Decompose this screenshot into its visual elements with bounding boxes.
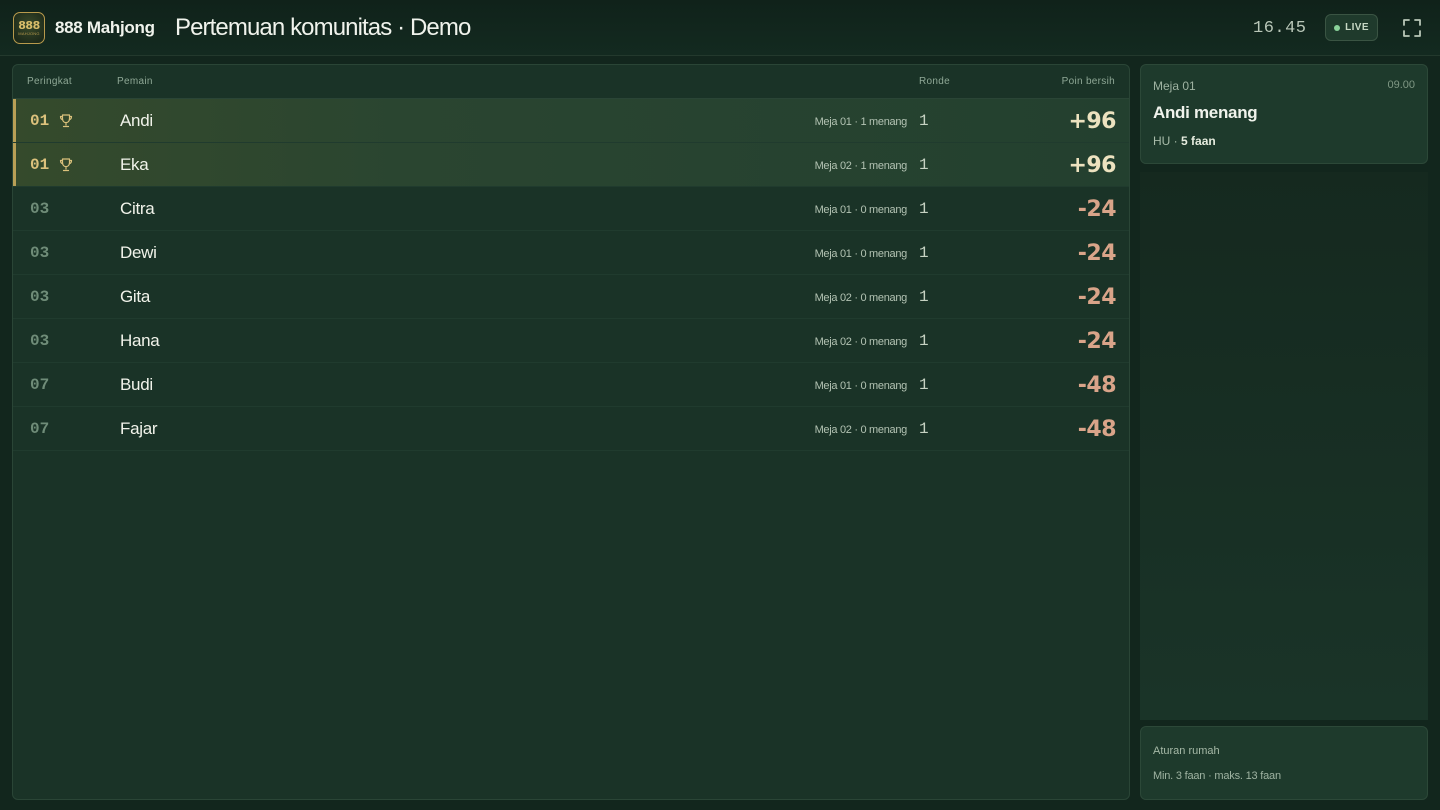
net-points: -48 — [1077, 373, 1117, 398]
rank-value: 03 — [30, 288, 50, 306]
rank-value: 07 — [30, 420, 50, 438]
player-name: Andi — [120, 111, 153, 130]
net-points: +96 — [1068, 109, 1116, 134]
event-title: Andi menang — [1153, 103, 1258, 122]
player-meta: Meja 02 · 0 menang — [814, 292, 908, 304]
event-detail-prefix: HU · — [1153, 134, 1178, 148]
rounds-value: 1 — [919, 332, 929, 350]
latest-event-card: Meja 01 09.00 Andi menang HU · 5 faan — [1140, 64, 1428, 164]
table-row: 03 Dewi Meja 01 · 0 menang 1 -24 — [13, 231, 1129, 275]
rounds-value: 1 — [919, 112, 929, 130]
net-points: -24 — [1077, 285, 1117, 310]
rounds-value: 1 — [919, 156, 929, 174]
leaderboard-header: Peringkat Pemain Ronde Poin bersih — [13, 65, 1129, 99]
top-bar: 888 MAHJONG 888 Mahjong Pertemuan komuni… — [0, 0, 1440, 56]
side-panel-spacer — [1140, 172, 1428, 720]
live-label: LIVE — [1345, 22, 1369, 33]
net-points: -48 — [1077, 417, 1117, 442]
net-points: -24 — [1077, 241, 1117, 266]
rounds-value: 1 — [919, 420, 929, 438]
table-row: 01 Andi Meja 01 · 1 menang 1 +96 — [13, 99, 1129, 143]
rounds-value: 1 — [919, 244, 929, 262]
column-player: Pemain — [117, 76, 153, 87]
rank-value: 01 — [30, 112, 50, 130]
leaderboard: Peringkat Pemain Ronde Poin bersih 01 And… — [12, 64, 1130, 800]
net-points: +96 — [1068, 153, 1116, 178]
event-table: Meja 01 — [1153, 79, 1196, 93]
house-rules-text: Min. 3 faan · maks. 13 faan — [1153, 770, 1281, 782]
clock: 16.45 — [1253, 19, 1307, 38]
event-detail: HU · 5 faan — [1153, 134, 1216, 148]
player-meta: Meja 01 · 0 menang — [814, 380, 908, 392]
page-title: Pertemuan komunitas · Demo — [175, 14, 471, 41]
rank-value: 07 — [30, 376, 50, 394]
rank-value: 03 — [30, 332, 50, 350]
live-badge: LIVE — [1325, 14, 1378, 41]
rank-value: 03 — [30, 244, 50, 262]
player-name: Budi — [120, 375, 153, 394]
app-logo: 888 MAHJONG — [13, 12, 45, 44]
player-name: Fajar — [120, 419, 158, 438]
rank-value: 03 — [30, 200, 50, 218]
player-name: Citra — [120, 199, 155, 218]
column-rank: Peringkat — [27, 76, 72, 87]
live-dot-icon — [1334, 24, 1341, 31]
rank-value: 01 — [30, 156, 50, 174]
table-row: 03 Gita Meja 02 · 0 menang 1 -24 — [13, 275, 1129, 319]
column-points: Poin bersih — [1061, 76, 1115, 87]
table-row: 07 Budi Meja 01 · 0 menang 1 -48 — [13, 363, 1129, 407]
player-name: Eka — [120, 155, 149, 174]
event-detail-value: 5 faan — [1181, 134, 1216, 148]
player-meta: Meja 02 · 0 menang — [814, 424, 908, 436]
table-row: 03 Hana Meja 02 · 0 menang 1 -24 — [13, 319, 1129, 363]
trophy-icon — [58, 157, 74, 173]
net-points: -24 — [1077, 197, 1117, 222]
player-name: Gita — [120, 287, 150, 306]
player-meta: Meja 01 · 0 menang — [814, 248, 908, 260]
net-points: -24 — [1077, 329, 1117, 354]
brand-name: 888 Mahjong — [55, 18, 155, 37]
player-name: Hana — [120, 331, 160, 350]
table-row: 01 Eka Meja 02 · 1 menang 1 +96 — [13, 143, 1129, 187]
fullscreen-icon — [1403, 19, 1421, 37]
trophy-icon — [58, 113, 74, 129]
table-row: 07 Fajar Meja 02 · 0 menang 1 -48 — [13, 407, 1129, 451]
rounds-value: 1 — [919, 288, 929, 306]
rounds-value: 1 — [919, 200, 929, 218]
player-name: Dewi — [120, 243, 157, 262]
player-meta: Meja 02 · 0 menang — [814, 336, 908, 348]
logo-number: 888 — [18, 18, 40, 32]
player-meta: Meja 02 · 1 menang — [814, 160, 908, 172]
column-rounds: Ronde — [919, 76, 950, 87]
player-meta: Meja 01 · 1 menang — [814, 116, 908, 128]
table-row: 03 Citra Meja 01 · 0 menang 1 -24 — [13, 187, 1129, 231]
house-rules-title: Aturan rumah — [1153, 745, 1220, 757]
logo-subtext: MAHJONG — [18, 30, 40, 36]
event-time: 09.00 — [1387, 79, 1415, 91]
fullscreen-button[interactable] — [1402, 18, 1422, 38]
player-meta: Meja 01 · 0 menang — [814, 204, 908, 216]
house-rules-card: Aturan rumah Min. 3 faan · maks. 13 faan — [1140, 726, 1428, 800]
rounds-value: 1 — [919, 376, 929, 394]
